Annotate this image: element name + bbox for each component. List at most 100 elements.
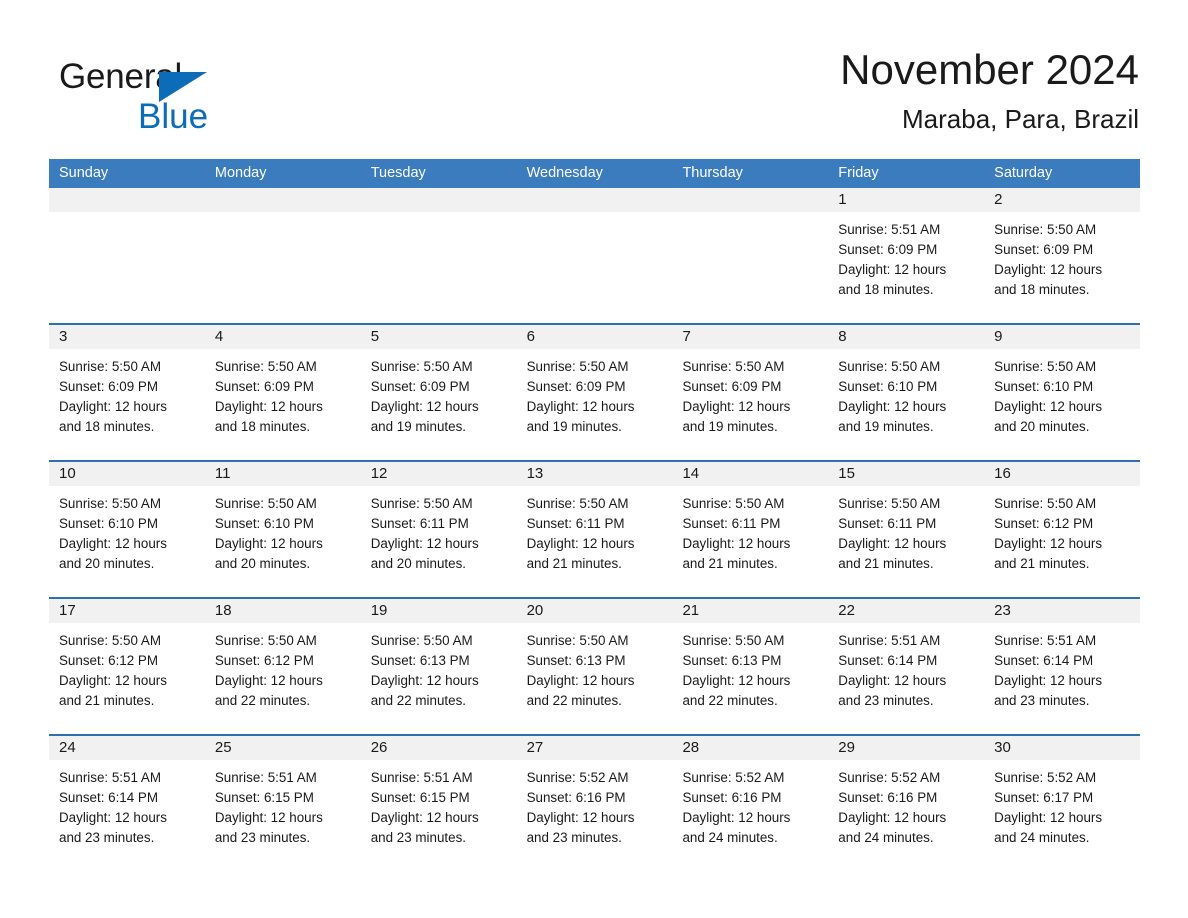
day-cell[interactable] <box>49 188 205 316</box>
sunset-text: Sunset: 6:11 PM <box>370 516 469 531</box>
sunset-text: Sunset: 6:13 PM <box>370 653 470 668</box>
day-cell[interactable]: 29 Sunrise: 5:52 AM Sunset: 6:16 PM Dayl… <box>828 736 985 864</box>
sunset-text: Sunset: 6:11 PM <box>526 516 625 531</box>
day-cell[interactable]: 28 Sunrise: 5:52 AM Sunset: 6:16 PM Dayl… <box>672 736 829 864</box>
daylight-text-line1: Daylight: 12 hours <box>838 673 947 688</box>
day-cell[interactable]: 18 Sunrise: 5:50 AM Sunset: 6:12 PM Dayl… <box>204 599 361 727</box>
sunrise-text: Sunrise: 5:52 AM <box>838 770 941 785</box>
day-cell[interactable]: 26 Sunrise: 5:51 AM Sunset: 6:15 PM Dayl… <box>360 736 517 864</box>
sunset-text: Sunset: 6:14 PM <box>838 653 938 668</box>
day-cell[interactable]: 10 Sunrise: 5:50 AM Sunset: 6:10 PM Dayl… <box>49 462 205 590</box>
day-cell[interactable]: 3 Sunrise: 5:50 AM Sunset: 6:09 PM Dayli… <box>49 325 205 453</box>
daylight-text-line2: and 21 minutes. <box>59 693 155 708</box>
day-cell[interactable]: 8 Sunrise: 5:50 AM Sunset: 6:10 PM Dayli… <box>828 325 985 453</box>
day-cell[interactable]: 22 Sunrise: 5:51 AM Sunset: 6:14 PM Dayl… <box>828 599 985 727</box>
daylight-text-line1: Daylight: 12 hours <box>682 810 791 825</box>
daylight-text-line1: Daylight: 12 hours <box>370 536 479 551</box>
weekday-header-tuesday: Tuesday <box>370 165 426 181</box>
day-number: 17 <box>49 599 205 623</box>
day-cell[interactable]: 14 Sunrise: 5:50 AM Sunset: 6:11 PM Dayl… <box>672 462 829 590</box>
day-number: 9 <box>984 325 1141 349</box>
sunset-text: Sunset: 6:16 PM <box>838 790 938 805</box>
daylight-text-line2: and 24 minutes. <box>838 830 934 845</box>
sunset-text: Sunset: 6:14 PM <box>994 653 1094 668</box>
day-details: Sunrise: 5:50 AM Sunset: 6:09 PM Dayligh… <box>672 349 828 437</box>
daylight-text-line2: and 21 minutes. <box>682 556 778 571</box>
day-cell[interactable]: 9 Sunrise: 5:50 AM Sunset: 6:10 PM Dayli… <box>984 325 1141 453</box>
daylight-text-line1: Daylight: 12 hours <box>59 810 167 825</box>
day-cell[interactable]: 23 Sunrise: 5:51 AM Sunset: 6:14 PM Dayl… <box>984 599 1141 727</box>
sunrise-text: Sunrise: 5:50 AM <box>994 359 1097 374</box>
day-cell[interactable]: 15 Sunrise: 5:50 AM Sunset: 6:11 PM Dayl… <box>828 462 985 590</box>
daylight-text-line2: and 19 minutes. <box>682 419 778 434</box>
day-cell[interactable]: 7 Sunrise: 5:50 AM Sunset: 6:09 PM Dayli… <box>672 325 829 453</box>
sunset-text: Sunset: 6:10 PM <box>214 516 314 531</box>
brand-name-blue: Blue <box>138 97 209 136</box>
daylight-text-line1: Daylight: 12 hours <box>994 399 1103 414</box>
brand-logo[interactable]: General Blue <box>59 56 359 142</box>
day-number <box>360 188 517 212</box>
day-cell[interactable]: 12 Sunrise: 5:50 AM Sunset: 6:11 PM Dayl… <box>360 462 517 590</box>
day-details: Sunrise: 5:50 AM Sunset: 6:09 PM Dayligh… <box>49 349 205 437</box>
day-cell[interactable]: 20 Sunrise: 5:50 AM Sunset: 6:13 PM Dayl… <box>516 599 673 727</box>
daylight-text-line2: and 24 minutes. <box>994 830 1090 845</box>
sunrise-text: Sunrise: 5:50 AM <box>682 496 785 511</box>
day-number: 23 <box>984 599 1141 623</box>
day-number: 26 <box>360 736 517 760</box>
day-cell[interactable] <box>516 188 673 316</box>
day-cell[interactable]: 24 Sunrise: 5:51 AM Sunset: 6:14 PM Dayl… <box>49 736 205 864</box>
sunrise-text: Sunrise: 5:50 AM <box>526 633 629 648</box>
day-details: Sunrise: 5:50 AM Sunset: 6:11 PM Dayligh… <box>517 486 673 574</box>
day-cell[interactable]: 16 Sunrise: 5:50 AM Sunset: 6:12 PM Dayl… <box>984 462 1141 590</box>
day-number: 5 <box>360 325 517 349</box>
day-cell[interactable]: 21 Sunrise: 5:50 AM Sunset: 6:13 PM Dayl… <box>672 599 829 727</box>
weekday-header-wednesday: Wednesday <box>526 165 603 181</box>
day-number: 7 <box>672 325 829 349</box>
sunrise-text: Sunrise: 5:50 AM <box>682 633 785 648</box>
weekday-header-saturday: Saturday <box>994 165 1053 181</box>
daylight-text-line2: and 24 minutes. <box>682 830 778 845</box>
sunrise-text: Sunrise: 5:50 AM <box>838 359 941 374</box>
day-cell[interactable]: 19 Sunrise: 5:50 AM Sunset: 6:13 PM Dayl… <box>360 599 517 727</box>
day-number: 10 <box>49 462 205 486</box>
day-details: Sunrise: 5:50 AM Sunset: 6:09 PM Dayligh… <box>205 349 361 437</box>
day-details: Sunrise: 5:52 AM Sunset: 6:17 PM Dayligh… <box>984 760 1140 848</box>
daylight-text-line2: and 20 minutes. <box>59 556 155 571</box>
sunset-text: Sunset: 6:09 PM <box>214 379 314 394</box>
day-cell[interactable]: 30 Sunrise: 5:52 AM Sunset: 6:17 PM Dayl… <box>984 736 1141 864</box>
sunrise-text: Sunrise: 5:50 AM <box>214 359 317 374</box>
week-row: 3 Sunrise: 5:50 AM Sunset: 6:09 PM Dayli… <box>49 323 1141 453</box>
sunset-text: Sunset: 6:17 PM <box>994 790 1094 805</box>
week-row: 1 Sunrise: 5:51 AM Sunset: 6:09 PM Dayli… <box>49 188 1141 316</box>
day-cell[interactable]: 11 Sunrise: 5:50 AM Sunset: 6:10 PM Dayl… <box>204 462 361 590</box>
sunset-text: Sunset: 6:13 PM <box>526 653 626 668</box>
day-cell[interactable]: 17 Sunrise: 5:50 AM Sunset: 6:12 PM Dayl… <box>49 599 205 727</box>
daylight-text-line1: Daylight: 12 hours <box>994 262 1103 277</box>
day-details: Sunrise: 5:52 AM Sunset: 6:16 PM Dayligh… <box>828 760 984 848</box>
sunrise-text: Sunrise: 5:50 AM <box>994 222 1097 237</box>
day-cell[interactable]: 1 Sunrise: 5:51 AM Sunset: 6:09 PM Dayli… <box>828 188 985 316</box>
daylight-text-line1: Daylight: 12 hours <box>526 673 635 688</box>
daylight-text-line2: and 22 minutes. <box>682 693 778 708</box>
day-cell[interactable]: 4 Sunrise: 5:50 AM Sunset: 6:09 PM Dayli… <box>204 325 361 453</box>
weekday-header-sunday: Sunday <box>59 165 109 181</box>
day-cell[interactable]: 5 Sunrise: 5:50 AM Sunset: 6:09 PM Dayli… <box>360 325 517 453</box>
day-cell[interactable] <box>672 188 829 316</box>
sunset-text: Sunset: 6:11 PM <box>682 516 781 531</box>
day-details <box>205 212 361 220</box>
day-number: 16 <box>984 462 1141 486</box>
day-cell[interactable]: 27 Sunrise: 5:52 AM Sunset: 6:16 PM Dayl… <box>516 736 673 864</box>
day-cell[interactable] <box>360 188 517 316</box>
day-cell[interactable]: 25 Sunrise: 5:51 AM Sunset: 6:15 PM Dayl… <box>204 736 361 864</box>
daylight-text-line1: Daylight: 12 hours <box>370 399 479 414</box>
day-cell[interactable]: 2 Sunrise: 5:50 AM Sunset: 6:09 PM Dayli… <box>984 188 1141 316</box>
daylight-text-line2: and 20 minutes. <box>994 419 1090 434</box>
day-cell[interactable]: 13 Sunrise: 5:50 AM Sunset: 6:11 PM Dayl… <box>516 462 673 590</box>
day-details: Sunrise: 5:50 AM Sunset: 6:10 PM Dayligh… <box>49 486 205 574</box>
sunrise-text: Sunrise: 5:50 AM <box>59 359 161 374</box>
day-cell[interactable]: 6 Sunrise: 5:50 AM Sunset: 6:09 PM Dayli… <box>516 325 673 453</box>
sunset-text: Sunset: 6:09 PM <box>838 242 938 257</box>
day-details <box>49 212 205 220</box>
day-cell[interactable] <box>204 188 361 316</box>
sunrise-text: Sunrise: 5:50 AM <box>214 496 317 511</box>
